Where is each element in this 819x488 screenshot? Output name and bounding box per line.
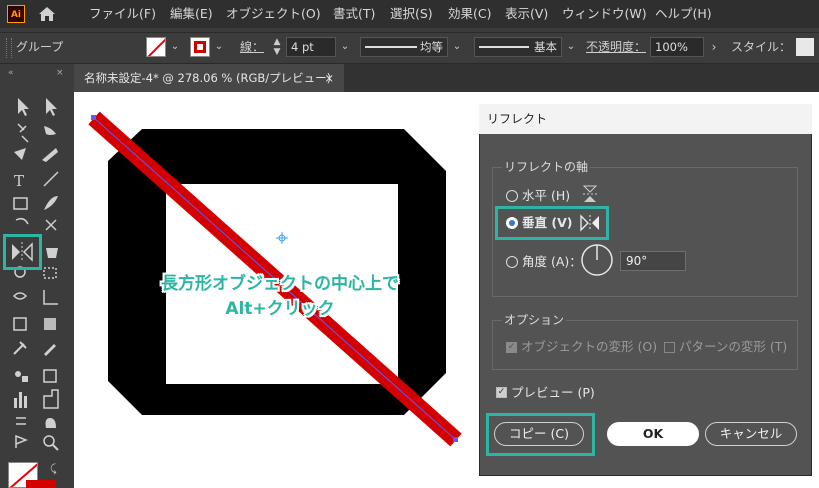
transform-objects-label: オブジェクトの変形 (O) — [521, 339, 658, 354]
transform-objects-checkbox[interactable]: ✓ — [506, 342, 517, 353]
annotation-line-1: 長方形オブジェクトの中心上で — [161, 274, 399, 294]
transform-patterns-label: パターンの変形 (T) — [679, 339, 788, 354]
stroke-label: 線： — [240, 40, 265, 54]
chevron-down-icon[interactable]: ⌄ — [167, 37, 183, 57]
brush-definition[interactable]: 基本 — [474, 37, 562, 57]
reflect-tool-icon[interactable] — [9, 240, 35, 264]
menu-type[interactable]: 書式(T) — [333, 0, 375, 28]
stroke-weight-input[interactable]: 4 pt — [286, 37, 336, 57]
menu-view[interactable]: 表示(V) — [505, 0, 548, 28]
none-fill-icon — [147, 38, 165, 56]
horizontal-axis-icon — [582, 185, 598, 202]
chevron-down-icon[interactable]: ⌄ — [563, 37, 579, 57]
annotation-line-2: Alt+クリック — [225, 299, 335, 319]
opacity-label: 不透明度： — [586, 40, 647, 54]
options-group-label: オプション — [502, 312, 567, 328]
style-label: スタイル： — [731, 40, 792, 54]
tab-title: 名称未設定-4* @ 278.06 % (RGB/プレビュー) — [84, 71, 332, 85]
selection-type: グループ — [16, 40, 64, 54]
stroke-color-swatch[interactable] — [26, 480, 56, 488]
chevron-down-icon[interactable]: ⌄ — [337, 37, 353, 57]
menu-effect[interactable]: 効果(C) — [448, 0, 491, 28]
menu-window[interactable]: ウィンドウ(W) — [562, 0, 647, 28]
preview-checkbox[interactable]: ✓ — [496, 387, 507, 398]
close-tab-icon[interactable]: × — [324, 64, 334, 92]
dialog-title: リフレクト — [479, 104, 812, 134]
menu-file[interactable]: ファイル(F) — [89, 0, 156, 28]
chevron-right-icon[interactable]: › — [706, 37, 722, 57]
chevron-down-icon[interactable]: ⌄ — [449, 37, 465, 57]
horizontal-label[interactable]: 水平 (H) — [522, 188, 570, 204]
swap-colors-icon[interactable]: ⤹ — [50, 462, 57, 476]
opacity-input[interactable]: 100% — [650, 37, 704, 57]
menu-edit[interactable]: 編集(E) — [170, 0, 213, 28]
grip-handle[interactable] — [6, 38, 12, 58]
menu-object[interactable]: オブジェクト(O) — [226, 0, 321, 28]
tool-icons: T — [12, 98, 59, 451]
svg-text:T: T — [14, 172, 24, 190]
chevron-down-icon[interactable]: ⌄ — [211, 37, 227, 57]
ok-button[interactable]: OK — [607, 422, 699, 446]
horizontal-radio[interactable] — [506, 190, 518, 202]
angle-input[interactable]: 90° — [620, 251, 686, 271]
stepper-icon[interactable]: ▲ ▼ — [270, 37, 284, 57]
app-logo: Ai — [7, 5, 25, 23]
cancel-button[interactable]: キャンセル — [705, 422, 797, 446]
vertical-label[interactable]: 垂直 (V) — [522, 215, 572, 231]
home-icon[interactable] — [38, 6, 56, 22]
copy-button[interactable]: コピー (C) — [494, 422, 584, 446]
close-icon[interactable]: × — [56, 68, 64, 78]
collapse-icon[interactable]: « — [8, 68, 14, 78]
menu-select[interactable]: 選択(S) — [390, 0, 433, 28]
tab-document[interactable]: 名称未設定-4* @ 278.06 % (RGB/プレビュー) × — [74, 64, 344, 92]
fill-swatch[interactable] — [146, 37, 166, 57]
anchor-point — [453, 437, 458, 442]
stroke-swatch[interactable] — [190, 37, 210, 57]
angle-radio[interactable] — [506, 256, 518, 268]
vertical-radio[interactable] — [506, 217, 518, 229]
angle-dial[interactable] — [580, 243, 614, 277]
vertical-axis-icon — [580, 214, 599, 232]
angle-label[interactable]: 角度 (A)： — [522, 254, 582, 270]
menu-help[interactable]: ヘルプ(H) — [655, 0, 712, 28]
axis-group-label: リフレクトの軸 — [502, 159, 591, 175]
anchor-point — [91, 115, 96, 120]
style-swatch[interactable] — [796, 38, 814, 56]
variable-width-profile[interactable]: 均等 — [360, 37, 448, 57]
transform-patterns-checkbox[interactable] — [664, 342, 675, 353]
preview-label[interactable]: プレビュー (P) — [511, 385, 595, 401]
